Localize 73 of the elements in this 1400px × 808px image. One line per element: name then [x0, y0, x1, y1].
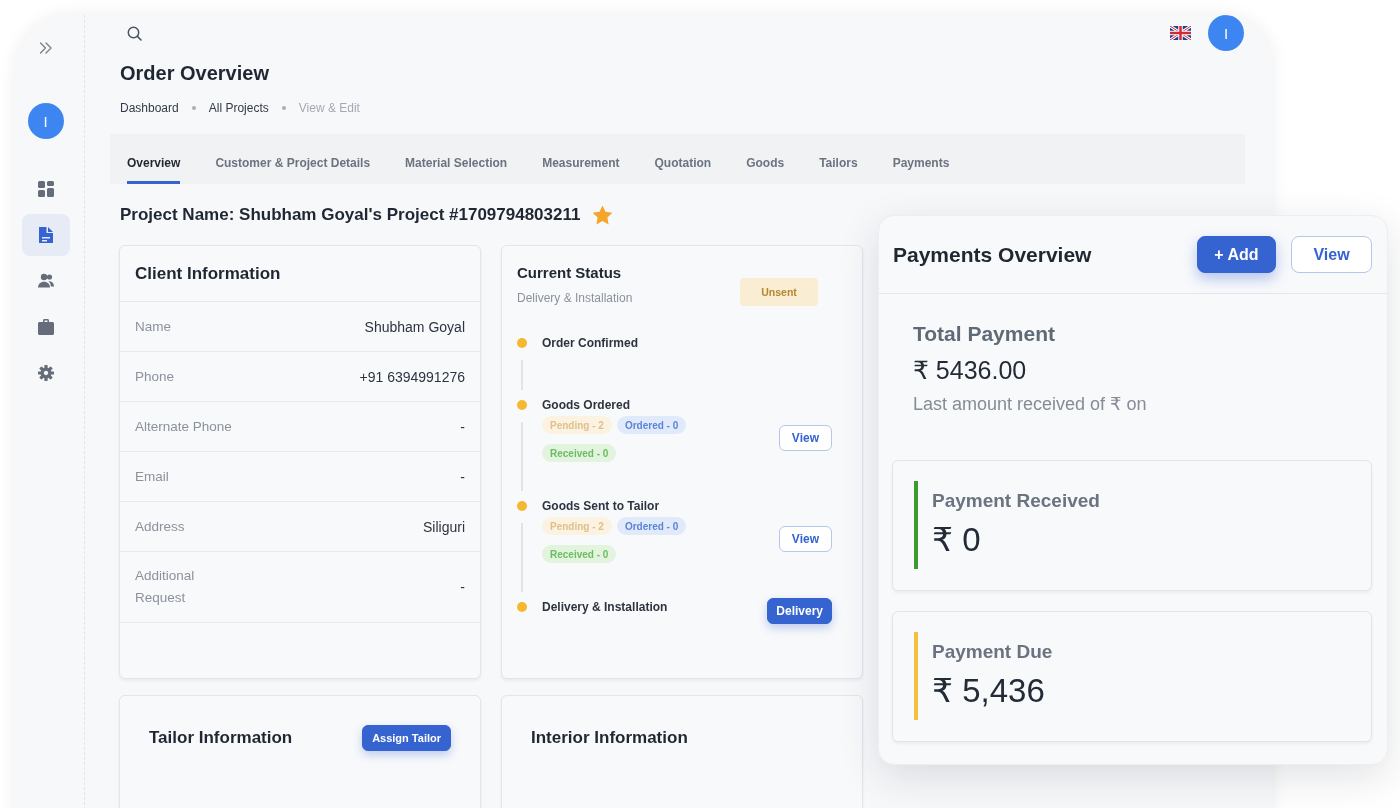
tab[interactable]: Customer & Project Details: [215, 134, 371, 184]
last-payment-note: Last amount received of ₹ on: [913, 393, 1148, 415]
grid-icon: [36, 180, 55, 198]
step-label: Goods Ordered: [542, 397, 631, 414]
tab[interactable]: Goods: [746, 134, 785, 184]
status-dot-icon: [517, 602, 527, 612]
flag-icon[interactable]: [1170, 26, 1191, 40]
document-icon: [36, 226, 55, 244]
star-icon[interactable]: [592, 205, 614, 225]
total-payment-amount: ₹ 5436.00: [913, 355, 1028, 385]
breadcrumb-link[interactable]: View & Edit: [298, 99, 360, 117]
total-payment-label: Total Payment: [913, 322, 1056, 346]
breadcrumb-link[interactable]: Dashboard: [120, 99, 179, 117]
field-value: Shubham Goyal: [364, 317, 465, 337]
briefcase-icon: [36, 318, 55, 336]
count-tag: Ordered - 0: [616, 517, 687, 535]
assign-tailor-button[interactable]: Assign Tailor: [362, 725, 451, 751]
payment-label: Payment Due: [932, 641, 1053, 663]
search-icon[interactable]: [127, 25, 142, 41]
field-value: +91 6394991276: [359, 367, 465, 387]
field-value: -: [460, 578, 465, 597]
payment-label: Payment Received: [932, 490, 1100, 512]
field-label: Alternate Phone: [135, 417, 232, 436]
tab[interactable]: Overview: [127, 134, 181, 184]
status-subtitle: Delivery & Installation: [517, 290, 633, 306]
avatar[interactable]: I: [1208, 15, 1244, 51]
field-value: -: [460, 467, 465, 487]
status-dot-icon: [517, 501, 527, 511]
view-button[interactable]: View: [1291, 236, 1372, 273]
card-title: Client Information: [135, 263, 281, 284]
field-label: Email: [135, 467, 169, 486]
status-badge: Unsent: [740, 278, 818, 306]
card-title: Tailor Information: [149, 728, 293, 748]
tab[interactable]: Payments: [892, 134, 950, 184]
field-label: Additional Request: [135, 567, 196, 607]
field-label: Phone: [135, 367, 175, 386]
status-dot-icon: [517, 400, 527, 410]
tab[interactable]: Material Selection: [405, 134, 508, 184]
step-label: Goods Sent to Tailor: [542, 498, 661, 515]
breadcrumb-separator-icon: [191, 106, 196, 110]
card-title: Interior Information: [531, 728, 688, 748]
card-title: Current Status: [517, 264, 623, 282]
count-tag: Received - 0: [542, 444, 617, 462]
step-label: Order Confirmed: [542, 335, 639, 352]
step-label: Delivery & Installation: [542, 599, 669, 616]
field-value: Siliguri: [423, 517, 465, 537]
count-tag: Ordered - 0: [616, 416, 687, 434]
tab[interactable]: Tailors: [819, 134, 858, 184]
payment-amount: ₹ 5,436: [932, 672, 1046, 710]
status-dot-icon: [517, 338, 527, 348]
tab[interactable]: Measurement: [542, 134, 620, 184]
view-button[interactable]: View: [778, 526, 832, 552]
double-chevron-icon[interactable]: [38, 42, 53, 54]
view-button[interactable]: View: [778, 425, 832, 451]
tab[interactable]: Quotation: [654, 134, 712, 184]
panel-title: Payments Overview: [893, 242, 1093, 267]
page-title: Order Overview: [120, 61, 270, 85]
sidebar-item[interactable]: [21, 214, 70, 256]
breadcrumb-link[interactable]: All Projects: [208, 99, 269, 117]
add-button[interactable]: + Add: [1197, 236, 1276, 273]
count-tag: Pending - 2: [542, 517, 612, 535]
gear-icon: [36, 364, 55, 382]
field-label: Address: [135, 517, 185, 536]
count-tag: Pending - 2: [542, 416, 612, 434]
field-value: -: [460, 417, 465, 437]
project-title: Project Name: Shubham Goyal's Project #1709794803211: [120, 204, 581, 226]
breadcrumb-separator-icon: [281, 106, 286, 110]
payment-amount: ₹ 0: [932, 521, 982, 559]
count-tag: Received - 0: [542, 545, 617, 563]
avatar[interactable]: I: [27, 103, 64, 139]
people-icon: [36, 272, 55, 290]
field-label: Name: [135, 317, 171, 336]
delivery-button[interactable]: Delivery: [767, 598, 832, 624]
